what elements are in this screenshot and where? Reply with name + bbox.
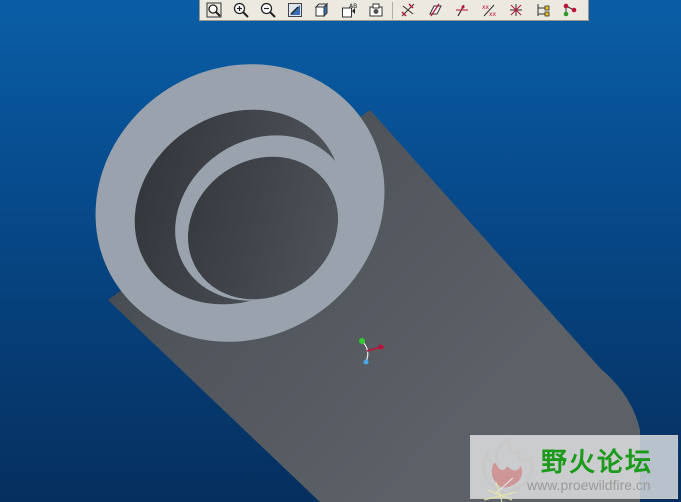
network-icon — [563, 3, 577, 17]
graphics-viewport[interactable]: AB xx xx 野火论坛 www.proewildfire.cn — [0, 0, 681, 502]
layers-button[interactable] — [365, 1, 387, 20]
svg-text:AB: AB — [349, 3, 357, 10]
datum-axes-button[interactable] — [424, 1, 446, 20]
svg-text:xx: xx — [482, 4, 490, 11]
view-orientation-icon — [314, 2, 329, 18]
default-csys-icon — [483, 481, 517, 502]
datum-planes-button[interactable] — [397, 1, 419, 20]
view-orientation-button[interactable] — [311, 1, 333, 20]
zoom-out-button[interactable] — [257, 1, 279, 20]
refit-icon — [206, 2, 222, 18]
toolbar-separator — [392, 1, 393, 19]
datum-planes-icon — [401, 3, 415, 17]
spin-center-icon — [510, 4, 522, 16]
datum-points-icon — [456, 4, 468, 17]
coordinate-systems-button[interactable]: xx xx — [478, 1, 500, 20]
model-canvas[interactable] — [0, 0, 681, 502]
triad-x-point — [378, 344, 384, 350]
network-button[interactable] — [559, 1, 581, 20]
coordinate-systems-icon: xx xx — [482, 4, 497, 18]
svg-text:xx: xx — [489, 11, 497, 18]
view-toolbar: AB xx xx — [199, 0, 589, 21]
zoom-out-icon — [260, 2, 276, 18]
repaint-icon — [288, 3, 302, 17]
spin-center-button[interactable] — [505, 1, 527, 20]
model-tree-button[interactable] — [532, 1, 554, 20]
model-tree-icon — [537, 4, 550, 17]
saved-views-button[interactable]: AB — [338, 1, 360, 20]
watermark-title: 野火论坛 — [541, 448, 654, 478]
zoom-in-icon — [233, 2, 249, 18]
watermark-url: www.proewildfire.cn — [527, 477, 651, 493]
triad-z-point — [363, 359, 369, 365]
layers-icon — [369, 3, 383, 17]
triad-y-point — [359, 338, 365, 344]
saved-views-icon: AB — [342, 3, 357, 18]
zoom-in-button[interactable] — [230, 1, 252, 20]
refit-button[interactable] — [203, 1, 225, 20]
datum-points-button[interactable] — [451, 1, 473, 20]
datum-axes-icon — [429, 3, 442, 17]
repaint-button[interactable] — [284, 1, 306, 20]
